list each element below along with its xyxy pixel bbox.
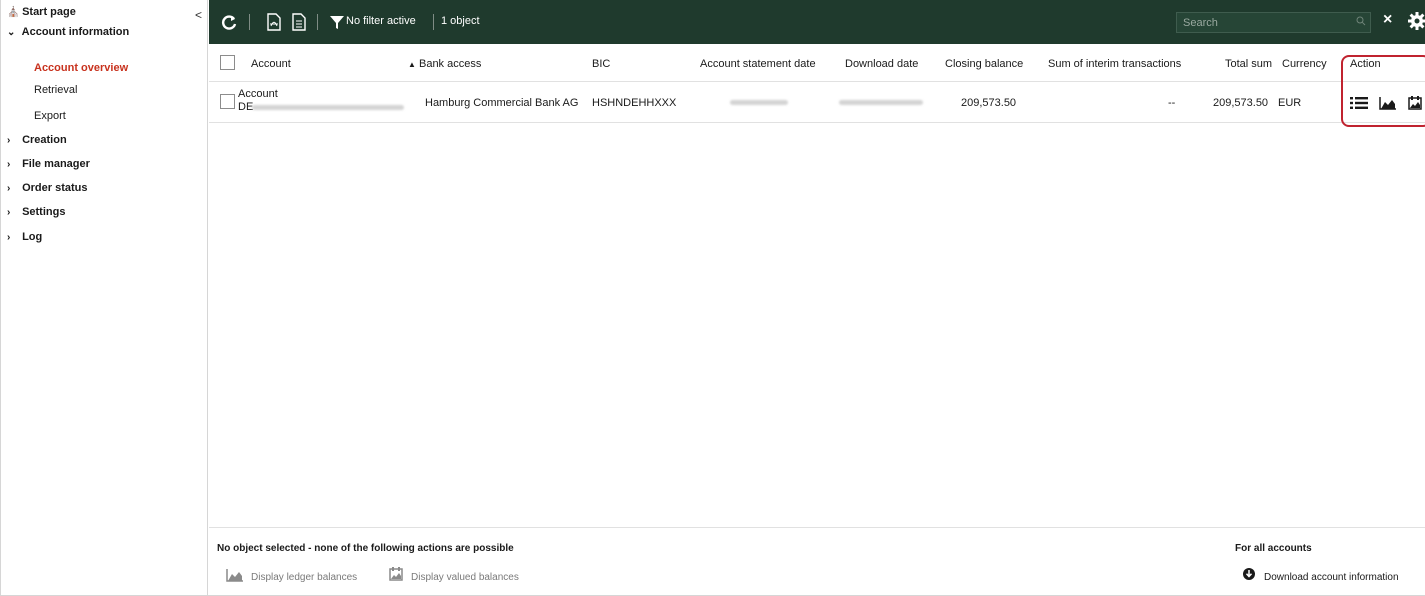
document-export-icon[interactable] [289, 12, 309, 32]
select-all-checkbox[interactable] [220, 55, 235, 70]
sidebar-item-file-manager[interactable]: › File manager [7, 154, 90, 174]
sidebar-item-settings[interactable]: › Settings [7, 202, 65, 222]
toolbar-separator [317, 14, 318, 30]
column-header-bank-access[interactable]: ▲ Bank access [408, 58, 481, 70]
sidebar-item-label: Account information [21, 26, 130, 38]
clear-search-icon[interactable]: × [1383, 11, 1392, 29]
object-count: 1 object [441, 15, 480, 27]
interim-sum-cell: -- [1168, 97, 1176, 109]
sidebar-item-label: Retrieval [34, 84, 78, 96]
sidebar-item-account-information[interactable]: ⌄ Account information [7, 22, 129, 42]
toolbar: No filter active 1 object × [209, 0, 1425, 44]
filter-icon[interactable] [327, 12, 347, 32]
sidebar-item-log[interactable]: › Log [7, 227, 42, 247]
download-account-information-button[interactable]: Download account information [1264, 572, 1399, 583]
download-circle-icon [1243, 568, 1255, 580]
currency-cell: EUR [1278, 97, 1302, 109]
toolbar-separator [249, 14, 250, 30]
chevron-right-icon: › [7, 232, 11, 243]
account-iban: DE [238, 101, 254, 113]
sidebar-item-label: Order status [22, 182, 88, 194]
bic-cell: HSHNDEHHXXX [592, 97, 677, 109]
home-icon: ⛪ [7, 7, 20, 18]
chevron-right-icon: › [7, 207, 11, 218]
search-input[interactable] [1176, 12, 1371, 33]
column-header-account[interactable]: Account [251, 58, 291, 70]
sidebar-item-retrieval[interactable]: Retrieval [34, 80, 77, 100]
column-header-download-date[interactable]: Download date [845, 58, 918, 70]
sort-ascending-icon: ▲ [408, 60, 416, 69]
sidebar-item-order-status[interactable]: › Order status [7, 178, 87, 198]
no-selection-message: No object selected - none of the followi… [217, 543, 514, 554]
column-header-currency[interactable]: Currency [1282, 58, 1327, 70]
bank-access-cell: Hamburg Commercial Bank AG [425, 97, 579, 109]
column-header-bic[interactable]: BIC [592, 58, 610, 70]
sidebar-item-account-overview[interactable]: Account overview [34, 58, 128, 78]
collapse-sidebar-icon[interactable]: < [195, 8, 202, 22]
redacted-download-date [839, 100, 923, 105]
column-header-label: Bank access [418, 58, 482, 70]
redacted-statement-date [730, 100, 788, 105]
all-accounts-title: For all accounts [1235, 543, 1312, 554]
action-column-highlight [1341, 55, 1425, 127]
chevron-right-icon: › [7, 135, 11, 146]
column-header-closing-balance[interactable]: Closing balance [945, 58, 1023, 70]
sidebar-item-label: Export [34, 110, 66, 122]
account-name: Account [238, 88, 278, 100]
redacted-iban [252, 105, 404, 110]
row-checkbox[interactable] [220, 94, 235, 109]
chevron-right-icon: › [7, 159, 11, 170]
display-valued-balances-button[interactable]: Display valued balances [411, 572, 519, 583]
toolbar-separator [433, 14, 434, 30]
display-ledger-balances-button[interactable]: Display ledger balances [251, 572, 357, 583]
sidebar-item-start-page[interactable]: ⛪ Start page [7, 2, 76, 22]
footer-divider [209, 527, 1425, 528]
table-header: Account ▲ Bank access BIC Account statem… [209, 44, 1425, 82]
total-sum-cell: 209,573.50 [1213, 97, 1269, 109]
table-row[interactable]: Account DE Hamburg Commercial Bank AG HS… [209, 83, 1425, 123]
pdf-export-icon[interactable] [264, 12, 284, 32]
sidebar-item-label: File manager [22, 158, 90, 170]
chevron-right-icon: › [7, 183, 11, 194]
sidebar-item-label: Start page [22, 6, 76, 18]
sidebar-item-label: Log [22, 231, 43, 243]
column-header-interim-sum[interactable]: Sum of interim transactions [1048, 58, 1181, 70]
sidebar-item-creation[interactable]: › Creation [7, 130, 67, 150]
sidebar-item-label: Settings [22, 206, 66, 218]
gear-icon[interactable] [1407, 11, 1425, 31]
search-icon [1356, 16, 1366, 26]
ledger-balance-chart-icon [226, 569, 243, 582]
filter-status[interactable]: No filter active [346, 15, 416, 27]
column-header-statement-date[interactable]: Account statement date [700, 58, 816, 70]
valued-balance-calendar-icon [389, 567, 403, 581]
sidebar-item-export[interactable]: Export [34, 106, 66, 126]
sidebar-item-label: Account overview [34, 62, 129, 74]
sidebar-item-label: Creation [22, 134, 67, 146]
sidebar: ⛪ Start page < ⌄ Account information Acc… [0, 0, 208, 596]
refresh-icon[interactable] [219, 12, 239, 32]
chevron-down-icon: ⌄ [7, 27, 16, 38]
column-header-total-sum[interactable]: Total sum [1225, 58, 1272, 70]
closing-balance-cell: 209,573.50 [961, 97, 1017, 109]
